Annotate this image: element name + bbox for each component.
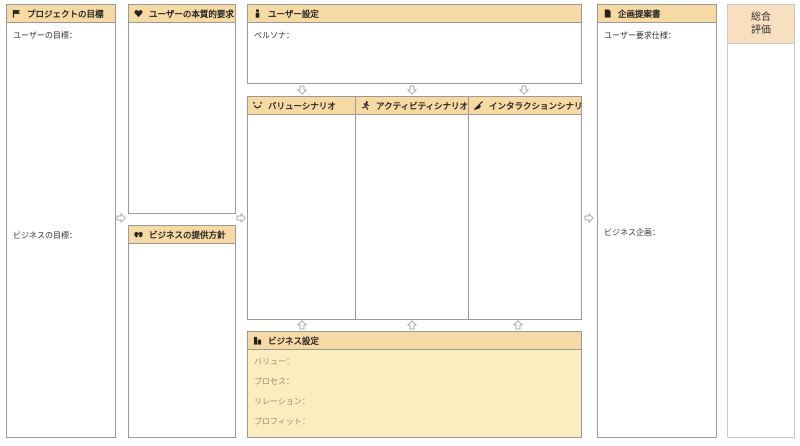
document-icon (604, 9, 611, 18)
user-needs-title: ユーザーの本質的要求 (149, 9, 234, 20)
persona-label: ペルソナ： (254, 31, 294, 40)
user-setting-header: ユーザー設定 (248, 5, 581, 23)
proposal-title: 企画提案書 (618, 9, 661, 20)
project-goal-panel: プロジェクトの目標 ユーザーの目標： ビジネスの目標： (6, 4, 116, 438)
smile-icon (253, 101, 262, 109)
arrow-right-icon (236, 213, 246, 223)
flag-icon (12, 9, 21, 18)
user-requirements-label: ユーザー要求仕様： (604, 31, 676, 40)
heart-icon (134, 10, 143, 18)
arrow-up-icon (513, 320, 523, 330)
arrow-right-icon (584, 213, 594, 223)
project-goal-title: プロジェクトの目標 (27, 9, 104, 20)
overall-evaluation-panel: 総合 評価 (727, 4, 795, 438)
interaction-scenario-header: インタラクションシナリオ (469, 97, 581, 115)
project-goal-header: プロジェクトの目標 (7, 5, 115, 23)
running-icon (361, 101, 370, 110)
business-setting-header: ビジネス設定 (248, 332, 581, 350)
user-setting-panel: ユーザー設定 ペルソナ： (247, 4, 582, 84)
proposal-panel: 企画提案書 ユーザー要求仕様： ビジネス企画： (597, 4, 717, 438)
business-policy-header: ビジネスの提供方針 (129, 226, 235, 244)
business-setting-panel: ビジネス設定 バリュー： プロセス： リレーション： プロフィット： (247, 331, 582, 438)
value-scenario-header: バリューシナリオ (248, 97, 355, 115)
business-setting-title: ビジネス設定 (268, 336, 320, 347)
arrow-up-icon (297, 320, 307, 330)
handshake-icon (134, 231, 143, 238)
user-goal-label: ユーザーの目標： (13, 31, 77, 40)
hand-pointer-icon (474, 101, 483, 110)
arrow-down-icon (519, 85, 529, 95)
business-goal-label: ビジネスの目標： (13, 231, 77, 240)
arrow-down-icon (297, 85, 307, 95)
value-scenario-title: バリューシナリオ (268, 101, 336, 112)
user-needs-header: ユーザーの本質的要求 (129, 5, 235, 23)
arrow-right-icon (116, 213, 126, 223)
arrow-down-icon (407, 85, 417, 95)
business-profit-label: プロフィット： (254, 417, 310, 426)
activity-scenario-panel: アクティビティシナリオ (355, 96, 469, 320)
business-relation-label: リレーション： (254, 397, 310, 406)
business-value-label: バリュー： (254, 357, 294, 366)
business-plan-label: ビジネス企画： (604, 228, 660, 237)
value-scenario-panel: バリューシナリオ (247, 96, 356, 320)
business-process-label: プロセス： (254, 377, 294, 386)
person-icon (255, 9, 260, 18)
overall-evaluation-title: 総合 評価 (728, 5, 794, 44)
business-policy-title: ビジネスの提供方針 (149, 230, 226, 241)
interaction-scenario-panel: インタラクションシナリオ (468, 96, 582, 320)
user-setting-title: ユーザー設定 (268, 9, 319, 20)
building-icon (253, 336, 262, 345)
interaction-scenario-title: インタラクションシナリオ (489, 101, 581, 112)
proposal-header: 企画提案書 (598, 5, 716, 23)
arrow-up-icon (407, 320, 417, 330)
business-policy-panel: ビジネスの提供方針 (128, 225, 236, 438)
user-needs-panel: ユーザーの本質的要求 (128, 4, 236, 214)
activity-scenario-header: アクティビティシナリオ (356, 97, 468, 115)
activity-scenario-title: アクティビティシナリオ (376, 101, 468, 112)
